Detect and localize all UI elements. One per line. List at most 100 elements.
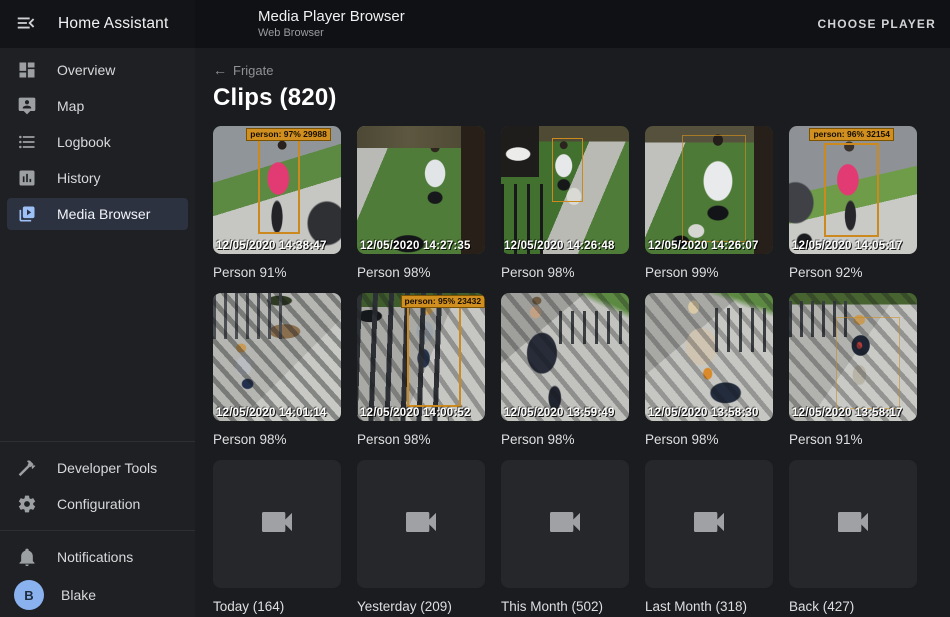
logbook-list-icon <box>17 132 37 152</box>
clip-item[interactable]: 12/05/2020 13:58:17 Person 91% <box>789 293 917 448</box>
clip-caption: Person 98% <box>357 431 485 448</box>
video-icon <box>254 502 300 547</box>
clip-caption: Person 98% <box>645 431 773 448</box>
clip-caption: Person 98% <box>213 431 341 448</box>
clip-timestamp: 12/05/2020 14:27:35 <box>360 240 485 252</box>
clip-item[interactable]: person: 96% 32154 12/05/2020 14:05:17 Pe… <box>789 126 917 281</box>
clip-item[interactable]: person: 95% 23432 12/05/2020 14:00:52 Pe… <box>357 293 485 448</box>
clip-item[interactable]: 12/05/2020 14:26:07 Person 99% <box>645 126 773 281</box>
clip-item[interactable]: 12/05/2020 14:27:35 Person 98% <box>357 126 485 281</box>
panel-title: Media Player Browser <box>258 8 405 27</box>
clip-thumbnail[interactable]: person: 97% 29988 12/05/2020 14:38:47 <box>213 126 341 254</box>
sidebar-item-label: Logbook <box>57 134 111 150</box>
folder-item-today[interactable]: Today (164) <box>213 460 341 615</box>
breadcrumb-label: Frigate <box>233 63 273 78</box>
menu-toggle-button[interactable] <box>14 12 38 36</box>
sidebar-item-notifications[interactable]: Notifications <box>7 541 188 573</box>
sidebar-item-developer-tools[interactable]: Developer Tools <box>7 452 188 484</box>
clip-item[interactable]: 12/05/2020 13:58:30 Person 98% <box>645 293 773 448</box>
breadcrumb-back[interactable]: ← Frigate <box>213 62 273 78</box>
sidebar: Overview Map Logbook History <box>0 48 195 617</box>
clip-thumbnail[interactable]: person: 96% 32154 12/05/2020 14:05:17 <box>789 126 917 254</box>
sidebar-item-label: History <box>57 170 101 186</box>
user-name: Blake <box>61 587 96 603</box>
app-title: Home Assistant <box>58 15 168 33</box>
detection-box <box>682 135 746 243</box>
detection-label: person: 97% 29988 <box>246 128 331 141</box>
clip-thumbnail[interactable]: 12/05/2020 13:58:17 <box>789 293 917 421</box>
folder-thumbnail[interactable] <box>501 460 629 588</box>
folder-thumbnail[interactable] <box>645 460 773 588</box>
clip-timestamp: 12/05/2020 13:59:49 <box>504 407 629 419</box>
clips-grid: person: 97% 29988 12/05/2020 14:38:47 Pe… <box>213 126 950 615</box>
folder-item-this-month[interactable]: This Month (502) <box>501 460 629 615</box>
sidebar-divider <box>0 441 195 442</box>
clip-timestamp: 12/05/2020 14:26:07 <box>648 240 773 252</box>
map-account-icon <box>17 96 37 116</box>
clip-timestamp: 12/05/2020 14:26:48 <box>504 240 629 252</box>
sidebar-item-history[interactable]: History <box>7 162 188 194</box>
clip-caption: Person 98% <box>501 431 629 448</box>
sidebar-item-label: Notifications <box>57 549 133 565</box>
bell-icon <box>17 547 37 567</box>
detection-box <box>824 143 879 238</box>
folder-item-last-month[interactable]: Last Month (318) <box>645 460 773 615</box>
clip-caption: Person 98% <box>357 264 485 281</box>
folder-thumbnail[interactable] <box>357 460 485 588</box>
clip-timestamp: 12/05/2020 13:58:30 <box>648 407 773 419</box>
detection-box <box>258 136 300 233</box>
clip-thumbnail[interactable]: 12/05/2020 13:59:49 <box>501 293 629 421</box>
sidebar-item-overview[interactable]: Overview <box>7 54 188 86</box>
folder-caption: Yesterday (209) <box>357 598 485 615</box>
clip-thumbnail[interactable]: 12/05/2020 14:01:14 <box>213 293 341 421</box>
sidebar-item-label: Map <box>57 98 84 114</box>
clip-item[interactable]: person: 97% 29988 12/05/2020 14:38:47 Pe… <box>213 126 341 281</box>
clip-thumbnail[interactable]: person: 95% 23432 12/05/2020 14:00:52 <box>357 293 485 421</box>
clip-thumbnail[interactable]: 12/05/2020 13:58:30 <box>645 293 773 421</box>
clip-timestamp: 12/05/2020 14:01:14 <box>216 407 341 419</box>
folder-thumbnail[interactable] <box>213 460 341 588</box>
hammer-icon <box>17 458 37 478</box>
page-title: Clips (820) <box>213 84 950 112</box>
folder-caption: Last Month (318) <box>645 598 773 615</box>
folder-item-back[interactable]: Back (427) <box>789 460 917 615</box>
detection-label: person: 95% 23432 <box>401 295 485 308</box>
sidebar-item-logbook[interactable]: Logbook <box>7 126 188 158</box>
clip-thumbnail[interactable]: 12/05/2020 14:26:07 <box>645 126 773 254</box>
clip-caption: Person 98% <box>501 264 629 281</box>
clip-item[interactable]: 12/05/2020 13:59:49 Person 98% <box>501 293 629 448</box>
clip-caption: Person 91% <box>213 264 341 281</box>
sidebar-item-media-browser[interactable]: Media Browser <box>7 198 188 230</box>
back-arrow-icon: ← <box>213 62 227 78</box>
clip-item[interactable]: 12/05/2020 14:26:48 Person 98% <box>501 126 629 281</box>
clip-timestamp: 12/05/2020 14:38:47 <box>216 240 341 252</box>
clip-timestamp: 12/05/2020 14:05:17 <box>792 240 917 252</box>
media-browser-content: ← Frigate Clips (820) person: 97% 29988 … <box>195 48 950 617</box>
folder-caption: Back (427) <box>789 598 917 615</box>
video-icon <box>542 502 588 547</box>
top-bar: Home Assistant Media Player Browser Web … <box>0 0 950 48</box>
avatar: B <box>14 580 44 610</box>
media-browser-icon <box>17 204 37 224</box>
video-icon <box>398 502 444 547</box>
choose-player-button[interactable]: CHOOSE PLAYER <box>817 17 936 31</box>
sidebar-item-configuration[interactable]: Configuration <box>7 488 188 520</box>
sidebar-profile[interactable]: B Blake <box>7 575 188 615</box>
folder-thumbnail[interactable] <box>789 460 917 588</box>
sidebar-item-map[interactable]: Map <box>7 90 188 122</box>
home-assistant-app: Home Assistant Media Player Browser Web … <box>0 0 950 617</box>
clip-item[interactable]: 12/05/2020 14:01:14 Person 98% <box>213 293 341 448</box>
detection-box <box>836 317 900 409</box>
history-chart-icon <box>17 168 37 188</box>
sidebar-item-label: Media Browser <box>57 206 150 222</box>
clip-thumbnail[interactable]: 12/05/2020 14:26:48 <box>501 126 629 254</box>
sidebar-divider <box>0 530 195 531</box>
sidebar-spacer <box>0 232 195 433</box>
clip-timestamp: 12/05/2020 13:58:17 <box>792 407 917 419</box>
gear-icon <box>17 494 37 514</box>
clip-caption: Person 99% <box>645 264 773 281</box>
clip-timestamp: 12/05/2020 14:00:52 <box>360 407 485 419</box>
clip-thumbnail[interactable]: 12/05/2020 14:27:35 <box>357 126 485 254</box>
folder-item-yesterday[interactable]: Yesterday (209) <box>357 460 485 615</box>
folder-caption: This Month (502) <box>501 598 629 615</box>
